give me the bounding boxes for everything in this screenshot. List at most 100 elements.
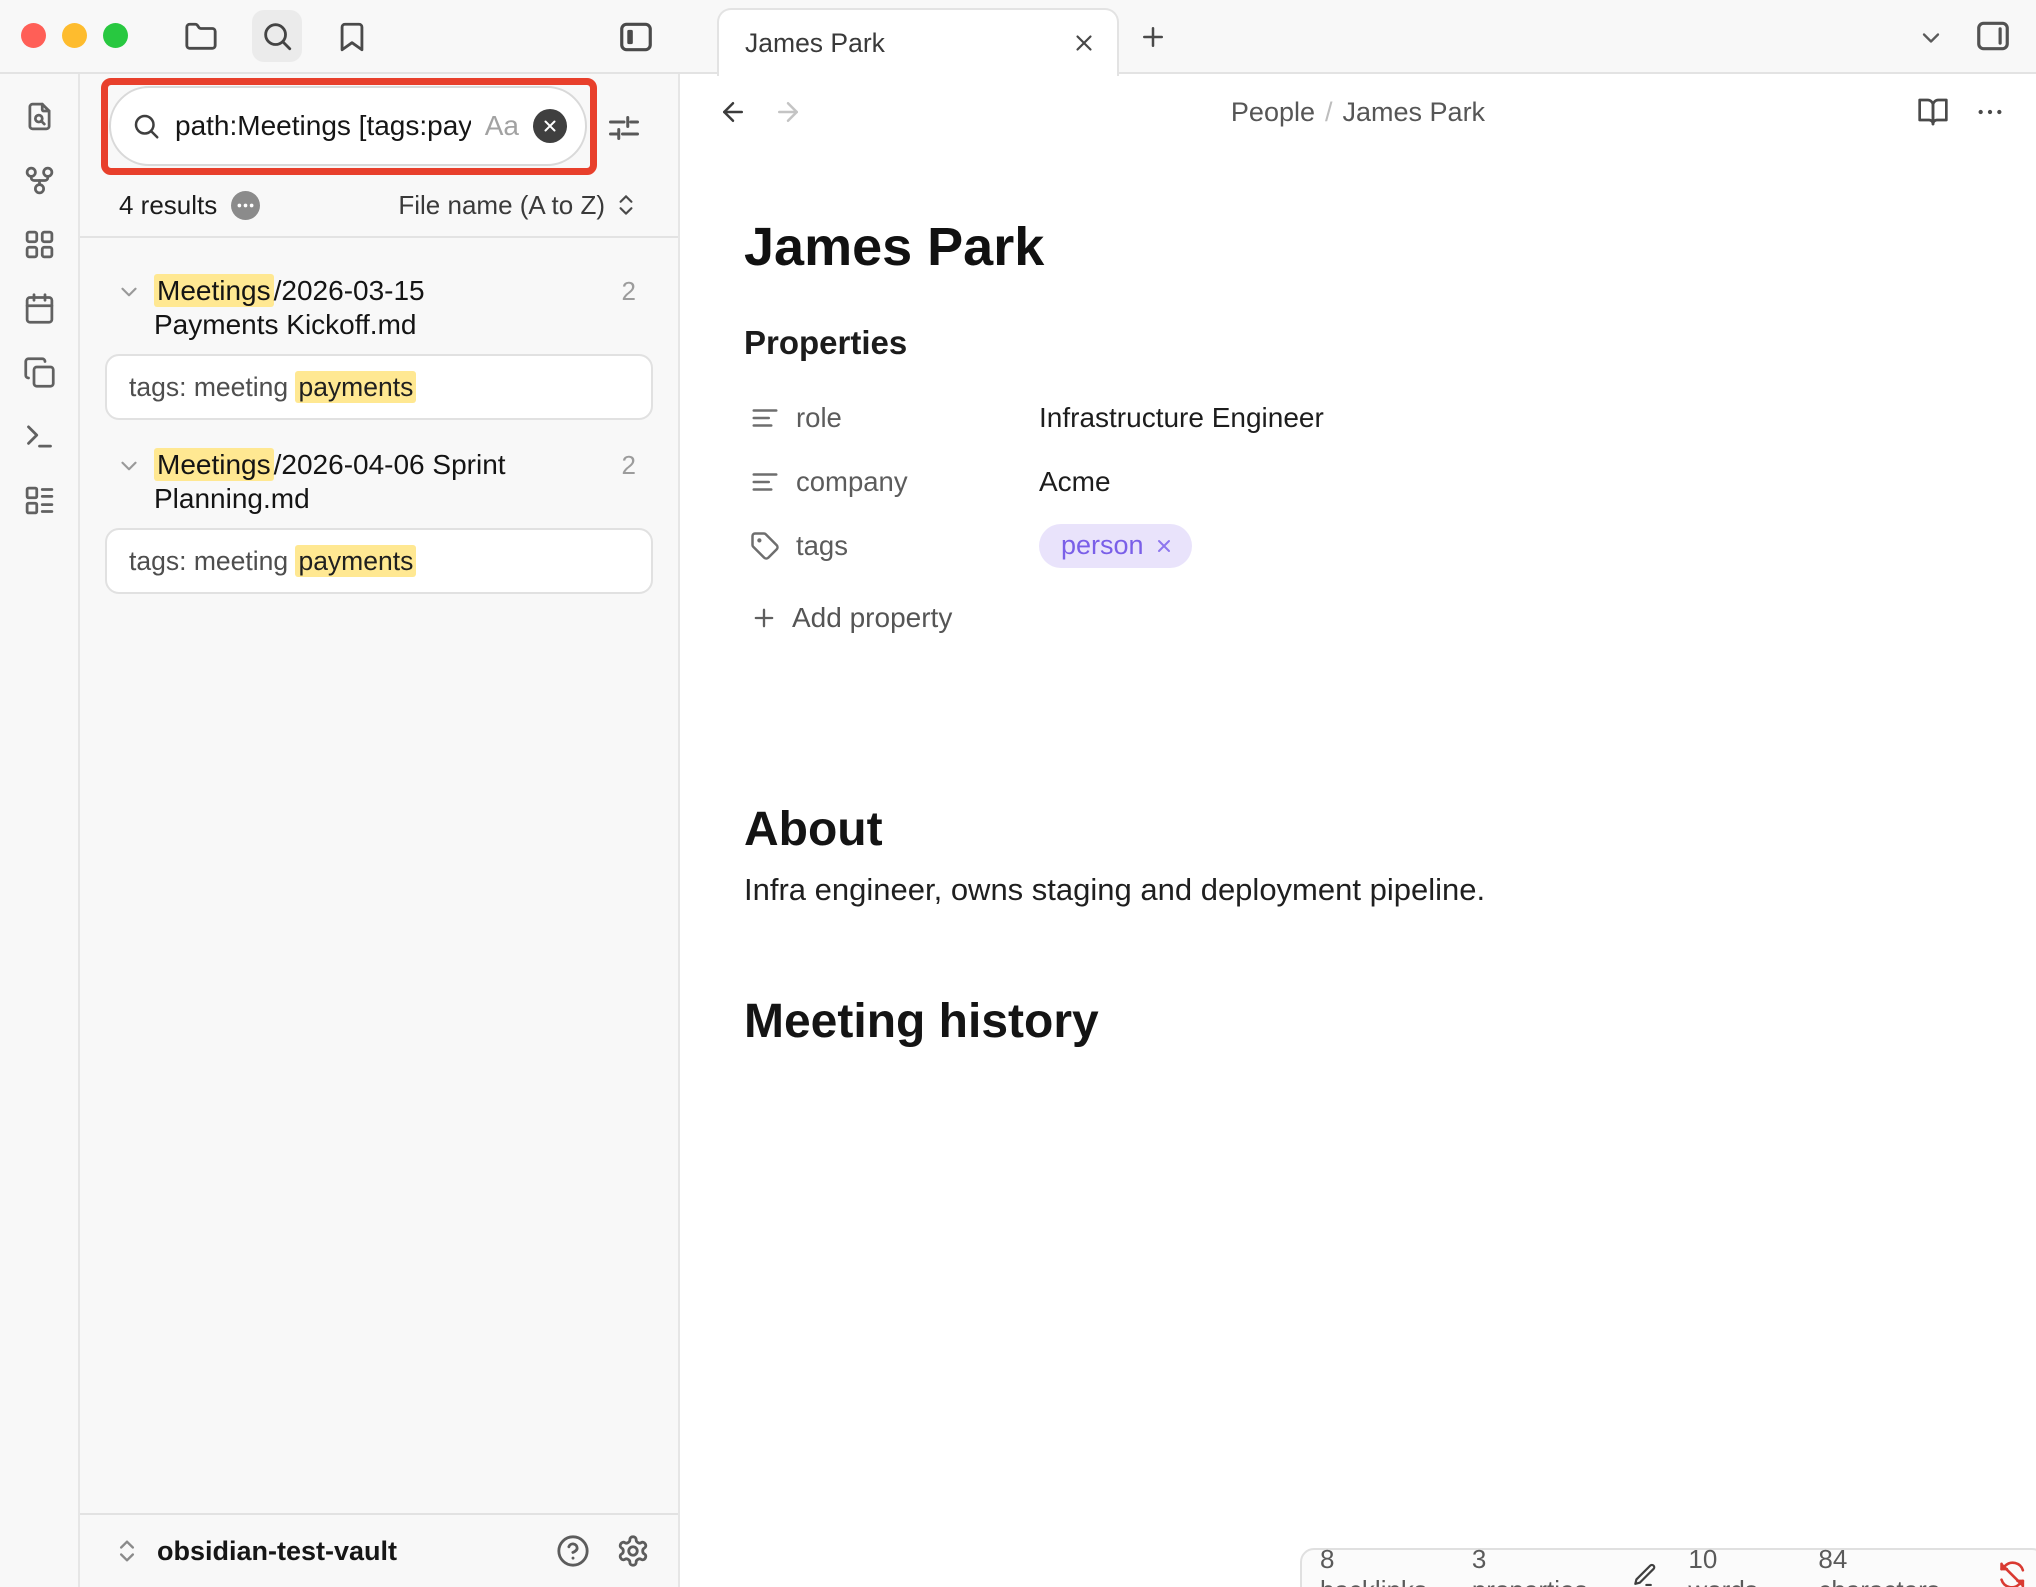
match-count-badge: 2: [622, 448, 636, 482]
remove-tag-icon[interactable]: [1154, 536, 1174, 556]
sort-order-label: File name (A to Z): [398, 190, 605, 221]
snippet-text: tags: meeting: [129, 372, 295, 402]
property-row-role: role Infrastructure Engineer: [750, 386, 1650, 450]
snippet-text: tags: meeting: [129, 546, 295, 576]
search-result-file[interactable]: Meetings/2026-04-06 Sprint Planning.md 2: [80, 448, 678, 516]
path-highlight: Meetings: [154, 448, 274, 481]
properties-table: role Infrastructure Engineer company Acm…: [750, 386, 1650, 578]
search-results-list: Meetings/2026-03-15 Payments Kickoff.md …: [80, 238, 678, 594]
property-value[interactable]: Acme: [1039, 466, 1111, 498]
tag-pill-label: person: [1061, 530, 1144, 561]
search-input-box[interactable]: Aa: [109, 86, 587, 166]
tab-bar: James Park: [680, 0, 2036, 74]
close-tab-icon[interactable]: [1071, 30, 1097, 56]
about-heading: About: [744, 802, 883, 857]
add-property-button[interactable]: Add property: [750, 598, 952, 638]
calendar-icon[interactable]: [23, 292, 56, 325]
chevrons-up-down-icon: [113, 1537, 141, 1565]
property-name[interactable]: role: [796, 402, 1039, 434]
tab-james-park[interactable]: James Park: [717, 8, 1119, 76]
file-search-icon[interactable]: [23, 100, 56, 133]
reading-mode-icon[interactable]: [1917, 96, 1949, 128]
text-property-icon: [750, 467, 780, 497]
property-row-tags: tags person: [750, 514, 1650, 578]
chevrons-up-down-icon: [613, 192, 639, 218]
zoom-window-button[interactable]: [103, 23, 128, 48]
layout-grid-icon[interactable]: [23, 228, 56, 261]
chevron-down-icon[interactable]: [116, 453, 142, 479]
tag-icon: [750, 531, 780, 561]
close-window-button[interactable]: [21, 23, 46, 48]
breadcrumb-parent[interactable]: People: [1231, 97, 1315, 127]
backlinks-count[interactable]: 8 backlinks: [1320, 1544, 1442, 1587]
add-property-label: Add property: [792, 602, 952, 634]
snippet-highlight: payments: [295, 545, 416, 577]
about-paragraph: Infra engineer, owns staging and deploym…: [744, 872, 1485, 908]
sync-error-icon[interactable]: [1998, 1560, 2026, 1587]
breadcrumb-current[interactable]: James Park: [1343, 97, 1486, 127]
results-more-icon[interactable]: [231, 191, 260, 220]
results-count: 4 results: [119, 190, 217, 221]
edit-mode-icon[interactable]: [1632, 1561, 1659, 1587]
graph-view-icon[interactable]: [23, 164, 56, 197]
property-name[interactable]: tags: [796, 530, 1039, 562]
right-sidebar-toggle-icon[interactable]: [1974, 17, 2012, 55]
layout-list-icon[interactable]: [23, 484, 56, 517]
result-file-path: Meetings/2026-04-06 Sprint Planning.md: [154, 448, 554, 516]
search-result-file[interactable]: Meetings/2026-03-15 Payments Kickoff.md …: [80, 274, 678, 342]
new-tab-icon[interactable]: [1138, 22, 1168, 52]
match-count-badge: 2: [622, 274, 636, 308]
bookmark-icon[interactable]: [335, 20, 369, 54]
note-title: James Park: [744, 216, 1044, 278]
tab-title: James Park: [745, 28, 1071, 59]
snippet-highlight: payments: [295, 371, 416, 403]
character-count: 84 characters: [1818, 1544, 1967, 1587]
search-icon: [260, 19, 294, 53]
vault-actions: [556, 1534, 650, 1568]
help-icon[interactable]: [556, 1534, 590, 1568]
sort-order-button[interactable]: File name (A to Z): [398, 190, 639, 221]
chevron-down-icon[interactable]: [116, 279, 142, 305]
breadcrumb: People/James Park: [680, 76, 2036, 148]
view-header: People/James Park: [680, 76, 2036, 148]
result-file-path: Meetings/2026-03-15 Payments Kickoff.md: [154, 274, 554, 342]
vault-name: obsidian-test-vault: [157, 1536, 397, 1567]
gear-icon[interactable]: [616, 1534, 650, 1568]
search-icon: [131, 111, 161, 141]
meeting-history-heading: Meeting history: [744, 994, 1099, 1049]
text-property-icon: [750, 403, 780, 433]
window-titlebar-left: [0, 0, 680, 74]
results-meta-row: 4 results File name (A to Z): [80, 174, 678, 238]
path-highlight: Meetings: [154, 274, 274, 307]
property-value[interactable]: Infrastructure Engineer: [1039, 402, 1324, 434]
breadcrumb-separator: /: [1315, 97, 1343, 127]
property-row-company: company Acme: [750, 450, 1650, 514]
match-case-toggle[interactable]: Aa: [485, 110, 519, 142]
search-panel: Aa 4 results File name (A to Z) Meetings…: [80, 74, 680, 1587]
search-settings-icon[interactable]: [606, 110, 642, 146]
tag-pill[interactable]: person: [1039, 524, 1192, 568]
obsidian-window: Aa 4 results File name (A to Z) Meetings…: [0, 0, 2036, 1587]
minimize-window-button[interactable]: [62, 23, 87, 48]
status-bar: 8 backlinks 3 properties 10 words 84 cha…: [1300, 1548, 2036, 1587]
more-options-icon[interactable]: [1974, 96, 2006, 128]
property-name[interactable]: company: [796, 466, 1039, 498]
close-icon: [541, 117, 559, 135]
copy-files-icon[interactable]: [23, 356, 56, 389]
search-match-snippet[interactable]: tags: meeting payments: [105, 528, 653, 594]
chevron-down-icon[interactable]: [1917, 24, 1945, 52]
traffic-lights: [21, 23, 128, 48]
vault-switcher[interactable]: obsidian-test-vault: [80, 1513, 678, 1587]
clear-search-button[interactable]: [533, 109, 567, 143]
word-count: 10 words: [1688, 1544, 1788, 1587]
properties-count: 3 properties: [1472, 1544, 1602, 1587]
properties-heading: Properties: [744, 324, 907, 362]
folder-icon[interactable]: [184, 20, 218, 54]
search-tab-button[interactable]: [252, 10, 302, 62]
ribbon: [0, 74, 80, 1587]
left-sidebar-toggle-icon[interactable]: [617, 18, 655, 56]
search-input[interactable]: [175, 110, 471, 142]
terminal-icon[interactable]: [23, 420, 56, 453]
plus-icon: [750, 604, 778, 632]
search-match-snippet[interactable]: tags: meeting payments: [105, 354, 653, 420]
